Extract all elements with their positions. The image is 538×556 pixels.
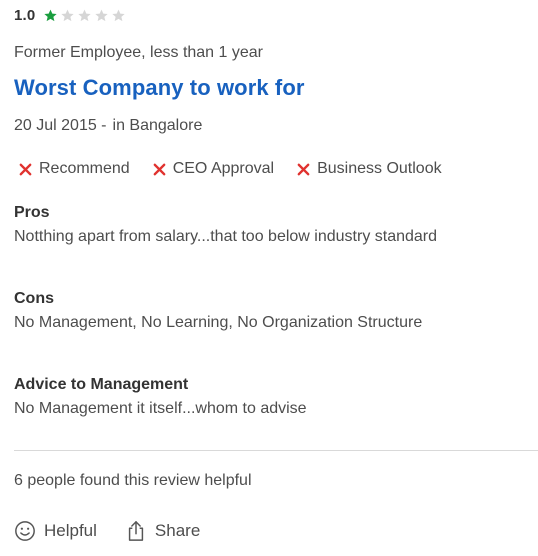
pros-title: Pros bbox=[14, 204, 50, 221]
opinion-ceo-approval: CEO Approval bbox=[152, 160, 274, 178]
review-location: in Bangalore bbox=[112, 117, 203, 134]
review-card: 1.0 Former Employee, less than 1 year Wo… bbox=[0, 0, 538, 556]
smiley-icon bbox=[14, 520, 36, 542]
x-icon bbox=[296, 162, 311, 177]
helpful-button[interactable]: Helpful bbox=[14, 520, 97, 542]
opinion-business-outlook: Business Outlook bbox=[296, 160, 442, 178]
x-icon bbox=[18, 162, 33, 177]
opinion-recommend: Recommend bbox=[18, 160, 130, 178]
opinion-label: CEO Approval bbox=[172, 160, 275, 177]
pros-section: Pros Notthing apart from salary...that t… bbox=[14, 204, 437, 246]
cons-title: Cons bbox=[14, 290, 54, 307]
review-actions: Helpful Share bbox=[14, 520, 200, 542]
share-icon bbox=[125, 520, 147, 542]
review-date-location: 20 Jul 2015 - in Bangalore bbox=[14, 117, 202, 135]
advice-section: Advice to Management No Management it it… bbox=[14, 376, 307, 418]
review-date: 20 Jul 2015 - bbox=[14, 117, 107, 134]
share-label: Share bbox=[154, 521, 201, 540]
advice-text: No Management it itself...whom to advise bbox=[14, 400, 307, 417]
rating-value: 1.0 bbox=[14, 6, 36, 24]
helpful-count: 6 people found this review helpful bbox=[14, 472, 252, 489]
helpful-label: Helpful bbox=[44, 521, 97, 540]
star-rating bbox=[43, 8, 126, 23]
x-icon bbox=[152, 162, 167, 177]
review-title[interactable]: Worst Company to work for bbox=[14, 75, 305, 101]
opinion-label: Business Outlook bbox=[317, 160, 442, 177]
pros-text: Notthing apart from salary...that too be… bbox=[14, 228, 438, 245]
star-empty-icon bbox=[77, 8, 92, 23]
rating-row: 1.0 bbox=[14, 5, 126, 25]
star-empty-icon bbox=[94, 8, 109, 23]
star-empty-icon bbox=[111, 8, 126, 23]
star-filled-icon bbox=[43, 8, 58, 23]
cons-section: Cons No Management, No Learning, No Orga… bbox=[14, 290, 422, 332]
divider bbox=[14, 450, 538, 451]
advice-title: Advice to Management bbox=[14, 376, 189, 393]
opinion-ratings: Recommend CEO Approval Business Outlook bbox=[18, 160, 442, 178]
employee-status: Former Employee, less than 1 year bbox=[14, 44, 263, 61]
cons-text: No Management, No Learning, No Organizat… bbox=[14, 314, 423, 331]
share-button[interactable]: Share bbox=[125, 520, 200, 542]
star-empty-icon bbox=[60, 8, 75, 23]
opinion-label: Recommend bbox=[39, 160, 130, 177]
